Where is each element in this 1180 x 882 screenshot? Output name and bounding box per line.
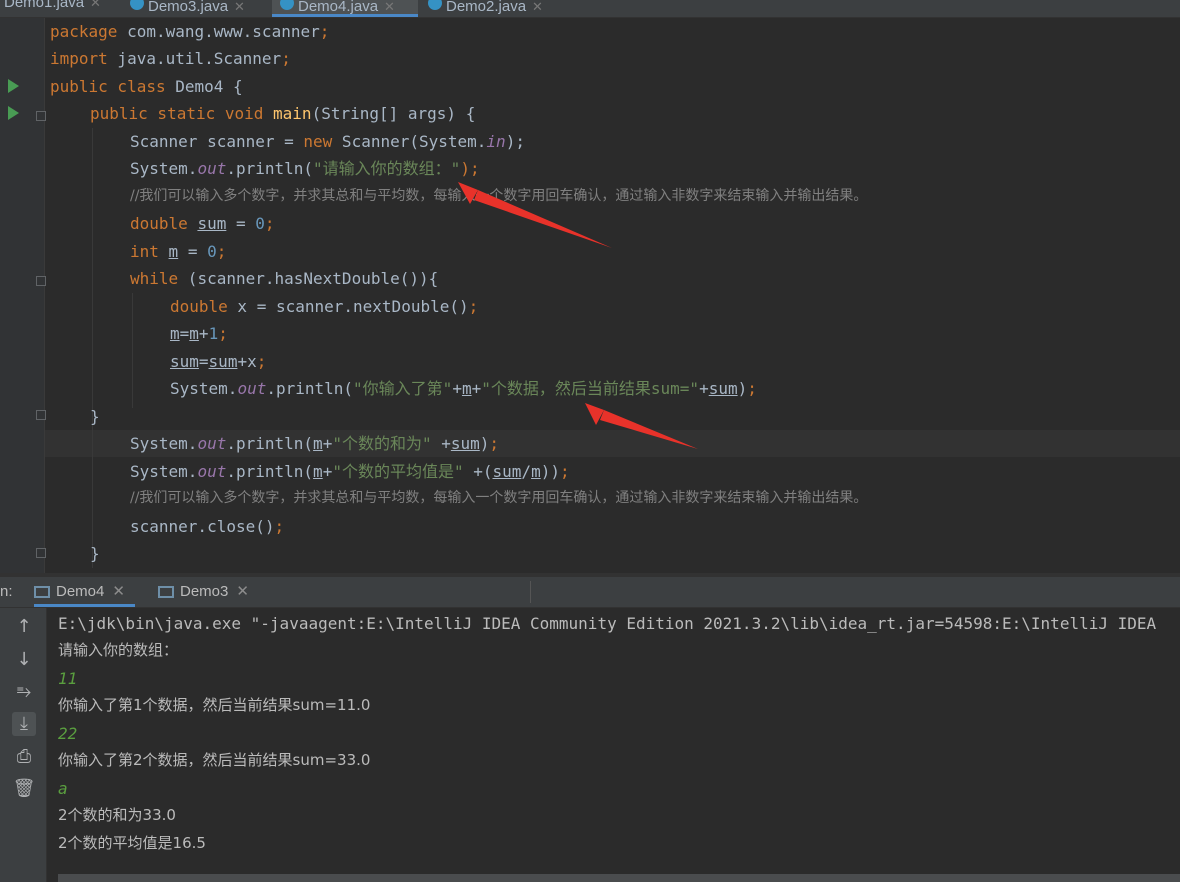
console-line: 2个数的和为33.0 (58, 806, 176, 824)
code-line-2: import java.util.Scanner; (50, 49, 291, 68)
run-config-icon (158, 586, 174, 599)
console-input-line: 11 (58, 669, 78, 688)
code-line-3: public class Demo4 { (50, 77, 243, 96)
console-input-line: 22 (58, 724, 78, 743)
console-line: 2个数的平均值是16.5 (58, 834, 206, 852)
arrow-down-icon[interactable]: ↓ (12, 648, 36, 672)
tab-separator (530, 581, 531, 603)
code-comment: //我们可以输入多个数字，并求其总和与平均数，每输入一个数字用回车确认，通过输入… (130, 188, 868, 204)
java-class-icon (428, 0, 442, 10)
trash-icon[interactable]: 🗑 (12, 777, 36, 801)
indent-guide (132, 293, 133, 408)
console-line: E:\jdk\bin\java.exe "-javaagent:E:\Intel… (58, 614, 1157, 633)
close-icon[interactable]: ✕ (90, 0, 101, 10)
tab-demo1[interactable]: Demo1.java ✕ (4, 0, 126, 17)
java-class-icon (130, 0, 144, 10)
code-line-1: package com.wang.www.scanner; (50, 22, 330, 41)
code-line-9: int m = 0; (130, 242, 227, 261)
fold-icon[interactable] (36, 410, 46, 420)
code-line-6: System.out.println("请输入你的数组："); (130, 159, 480, 178)
close-icon[interactable]: ✕ (532, 0, 543, 14)
code-line-5: Scanner scanner = new Scanner(System.in)… (130, 132, 525, 151)
code-line-13: sum=sum+x; (170, 352, 267, 371)
run-class-icon[interactable] (8, 79, 19, 93)
horizontal-scrollbar[interactable] (58, 874, 1180, 882)
console-line: 你输入了第2个数据，然后当前结果sum=33.0 (58, 751, 371, 769)
indent-guide (92, 128, 93, 568)
code-line-11: double x = scanner.nextDouble(); (170, 297, 479, 316)
run-label: n: (0, 583, 13, 600)
close-icon[interactable]: ✕ (234, 0, 245, 14)
console-line: 你输入了第1个数据，然后当前结果sum=11.0 (58, 696, 371, 714)
code-editor[interactable]: package com.wang.www.scanner; import jav… (0, 18, 1180, 573)
tab-label: Demo2.java (446, 0, 527, 15)
code-line-12: m=m+1; (170, 324, 228, 343)
editor-tab-bar: Demo1.java ✕ Demo3.java ✕ Demo4.java ✕ Demo… (0, 0, 1180, 18)
code-line-20: } (90, 544, 100, 563)
code-line-4: public static void main(String[] args) { (90, 104, 476, 123)
console-output[interactable]: E:\jdk\bin\java.exe "-javaagent:E:\Intel… (47, 608, 1180, 874)
code-line-14: System.out.println("你输入了第"+m+"个数据，然后当前结果… (170, 379, 757, 398)
code-line-17: System.out.println(m+"个数的平均值是" +(sum/m))… (130, 462, 570, 481)
arrow-up-icon[interactable]: ↑ (12, 615, 36, 639)
run-tab-bar: n: Demo4 ✕ Demo3 ✕ (0, 577, 1180, 608)
scroll-to-end-icon[interactable]: ⤓ (12, 712, 36, 736)
console-input-line: a (58, 779, 68, 798)
tab-demo2[interactable]: Demo2.java ✕ (428, 0, 568, 17)
run-config-icon (34, 586, 50, 599)
run-main-icon[interactable] (8, 106, 19, 120)
run-toolbar: ↑ ↓ ⥱ ⤓ ⎙ 🗑 (0, 608, 47, 882)
tab-demo3[interactable]: Demo3.java ✕ (130, 0, 270, 17)
print-icon[interactable]: ⎙ (12, 745, 36, 769)
code-line-16: System.out.println(m+"个数的和为" +sum); (130, 434, 500, 453)
close-icon[interactable]: ✕ (236, 583, 249, 600)
close-icon[interactable]: ✕ (112, 583, 125, 600)
fold-icon[interactable] (36, 548, 46, 558)
soft-wrap-icon[interactable]: ⥱ (12, 680, 36, 704)
tab-label: Demo4.java (298, 0, 379, 15)
editor-gutter (0, 18, 46, 573)
tab-label: Demo3.java (148, 0, 229, 15)
java-class-icon (280, 0, 294, 10)
code-line-10: while (scanner.hasNextDouble()){ (130, 269, 439, 288)
fold-icon[interactable] (36, 276, 46, 286)
run-tab-demo4[interactable]: Demo4 ✕ (34, 577, 135, 607)
code-comment: //我们可以输入多个数字，并求其总和与平均数，每输入一个数字用回车确认，通过输入… (130, 490, 868, 506)
tab-demo4[interactable]: Demo4.java ✕ (272, 0, 418, 17)
code-line-8: double sum = 0; (130, 214, 275, 233)
run-tab-demo3[interactable]: Demo3 ✕ (158, 577, 249, 607)
tab-label: Demo1.java (4, 0, 85, 11)
fold-icon[interactable] (36, 111, 46, 121)
code-line-19: scanner.close(); (130, 517, 285, 536)
close-icon[interactable]: ✕ (384, 0, 395, 14)
console-line: 请输入你的数组： (58, 641, 179, 659)
code-line-15: } (90, 407, 100, 426)
